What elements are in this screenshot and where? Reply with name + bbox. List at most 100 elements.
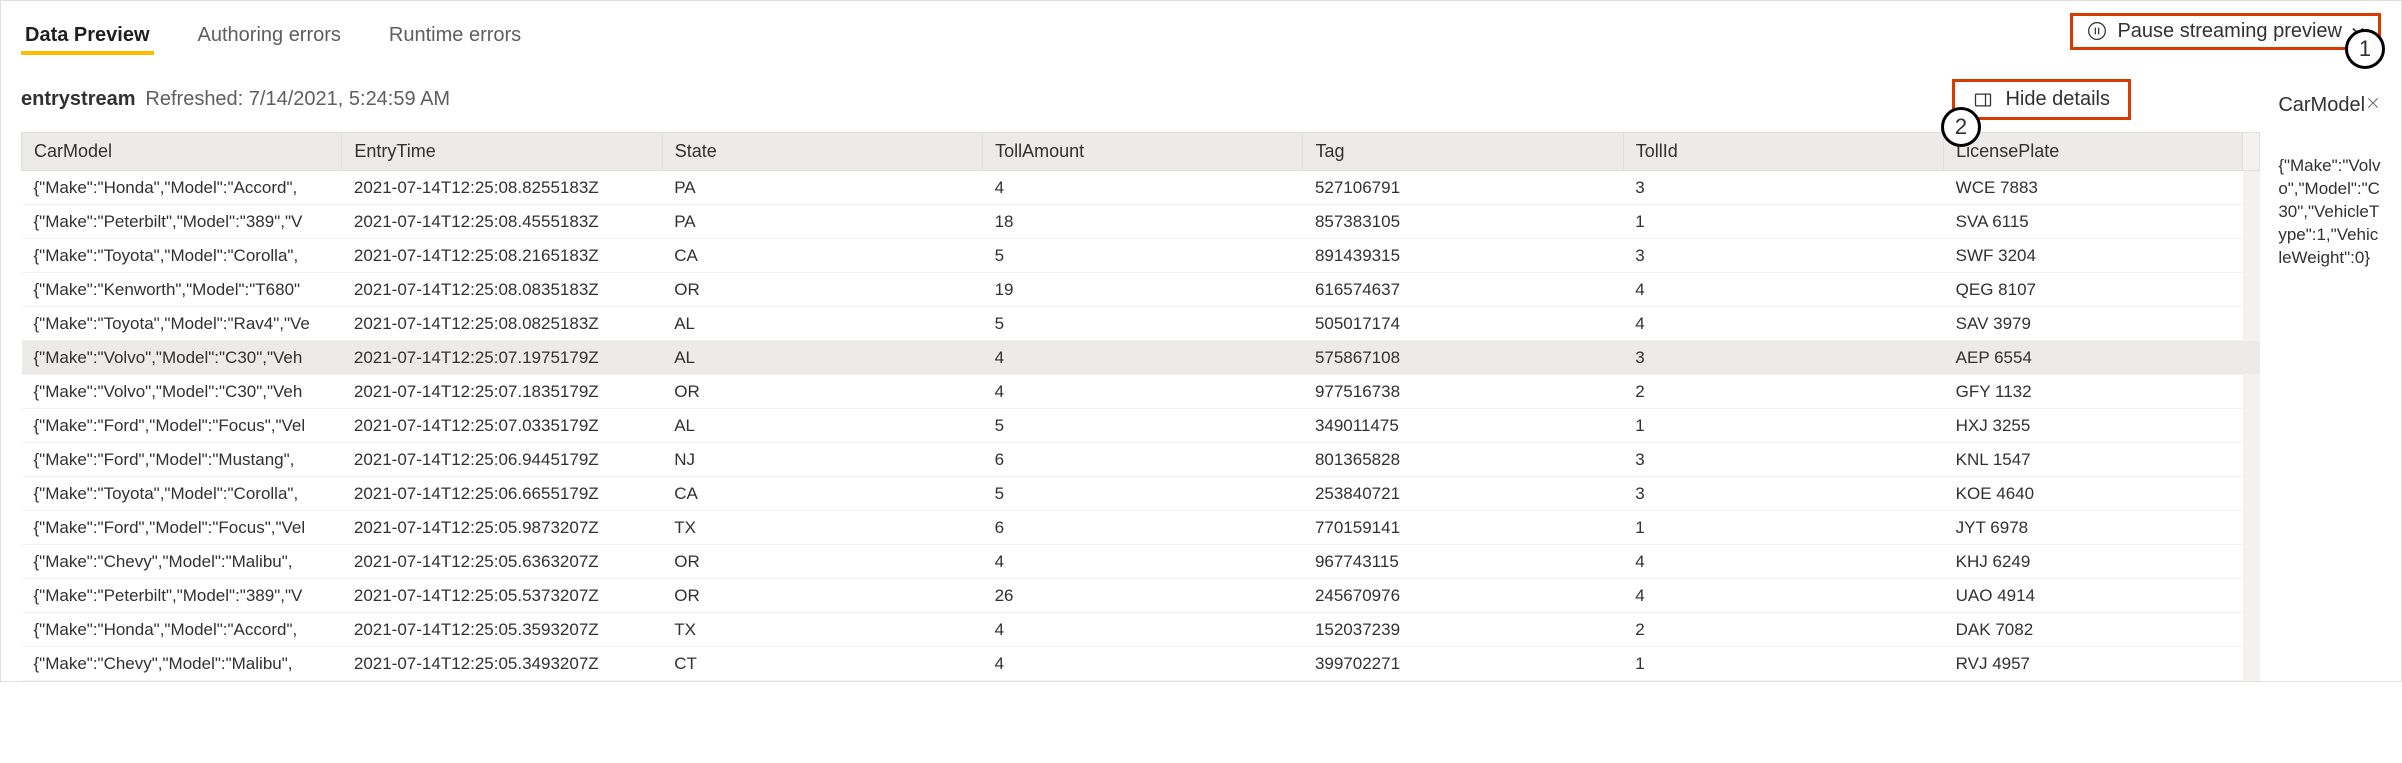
table-row[interactable]: {"Make":"Chevy","Model":"Malibu",2021-07… bbox=[22, 545, 2260, 579]
cell-state[interactable]: PA bbox=[662, 205, 982, 239]
cell-entrytime[interactable]: 2021-07-14T12:25:08.0835183Z bbox=[342, 273, 662, 307]
cell-tollamount[interactable]: 18 bbox=[983, 205, 1303, 239]
cell-carmodel[interactable]: {"Make":"Chevy","Model":"Malibu", bbox=[22, 647, 342, 681]
table-row[interactable]: {"Make":"Ford","Model":"Focus","Vel2021-… bbox=[22, 409, 2260, 443]
col-header-tollid[interactable]: TollId bbox=[1623, 133, 1943, 171]
pause-streaming-button[interactable]: Pause streaming preview bbox=[2070, 13, 2381, 50]
cell-carmodel[interactable]: {"Make":"Ford","Model":"Mustang", bbox=[22, 443, 342, 477]
cell-carmodel[interactable]: {"Make":"Volvo","Model":"C30","Veh bbox=[22, 375, 342, 409]
table-row[interactable]: {"Make":"Toyota","Model":"Corolla",2021-… bbox=[22, 477, 2260, 511]
cell-tollid[interactable]: 1 bbox=[1623, 511, 1943, 545]
cell-tollamount[interactable]: 4 bbox=[983, 375, 1303, 409]
cell-carmodel[interactable]: {"Make":"Volvo","Model":"C30","Veh bbox=[22, 341, 342, 375]
cell-state[interactable]: TX bbox=[662, 511, 982, 545]
cell-tollid[interactable]: 3 bbox=[1623, 477, 1943, 511]
cell-tollid[interactable]: 4 bbox=[1623, 545, 1943, 579]
cell-state[interactable]: OR bbox=[662, 579, 982, 613]
tab-runtime-errors[interactable]: Runtime errors bbox=[385, 10, 525, 61]
table-row[interactable]: {"Make":"Peterbilt","Model":"389","V2021… bbox=[22, 579, 2260, 613]
cell-tag[interactable]: 245670976 bbox=[1303, 579, 1623, 613]
cell-plate[interactable]: SWF 3204 bbox=[1944, 239, 2243, 273]
cell-state[interactable]: TX bbox=[662, 613, 982, 647]
close-icon[interactable] bbox=[2365, 94, 2381, 117]
cell-plate[interactable]: KNL 1547 bbox=[1944, 443, 2243, 477]
cell-carmodel[interactable]: {"Make":"Peterbilt","Model":"389","V bbox=[22, 205, 342, 239]
cell-tollamount[interactable]: 5 bbox=[983, 409, 1303, 443]
cell-tollid[interactable]: 4 bbox=[1623, 273, 1943, 307]
table-row[interactable]: {"Make":"Volvo","Model":"C30","Veh2021-0… bbox=[22, 341, 2260, 375]
cell-tollamount[interactable]: 5 bbox=[983, 307, 1303, 341]
cell-tag[interactable]: 349011475 bbox=[1303, 409, 1623, 443]
cell-tollamount[interactable]: 4 bbox=[983, 647, 1303, 681]
cell-tag[interactable]: 977516738 bbox=[1303, 375, 1623, 409]
cell-tollamount[interactable]: 26 bbox=[983, 579, 1303, 613]
cell-plate[interactable]: WCE 7883 bbox=[1944, 171, 2243, 205]
cell-carmodel[interactable]: {"Make":"Peterbilt","Model":"389","V bbox=[22, 579, 342, 613]
cell-tag[interactable]: 616574637 bbox=[1303, 273, 1623, 307]
cell-carmodel[interactable]: {"Make":"Ford","Model":"Focus","Vel bbox=[22, 409, 342, 443]
table-row[interactable]: {"Make":"Honda","Model":"Accord",2021-07… bbox=[22, 613, 2260, 647]
table-row[interactable]: {"Make":"Ford","Model":"Focus","Vel2021-… bbox=[22, 511, 2260, 545]
cell-plate[interactable]: KOE 4640 bbox=[1944, 477, 2243, 511]
cell-tag[interactable]: 253840721 bbox=[1303, 477, 1623, 511]
cell-tollamount[interactable]: 6 bbox=[983, 443, 1303, 477]
table-row[interactable]: {"Make":"Chevy","Model":"Malibu",2021-07… bbox=[22, 647, 2260, 681]
table-row[interactable]: {"Make":"Toyota","Model":"Corolla",2021-… bbox=[22, 239, 2260, 273]
cell-state[interactable]: OR bbox=[662, 545, 982, 579]
cell-entrytime[interactable]: 2021-07-14T12:25:05.9873207Z bbox=[342, 511, 662, 545]
cell-entrytime[interactable]: 2021-07-14T12:25:06.9445179Z bbox=[342, 443, 662, 477]
cell-carmodel[interactable]: {"Make":"Chevy","Model":"Malibu", bbox=[22, 545, 342, 579]
cell-entrytime[interactable]: 2021-07-14T12:25:08.2165183Z bbox=[342, 239, 662, 273]
table-row[interactable]: {"Make":"Volvo","Model":"C30","Veh2021-0… bbox=[22, 375, 2260, 409]
col-header-tollamount[interactable]: TollAmount bbox=[983, 133, 1303, 171]
cell-entrytime[interactable]: 2021-07-14T12:25:05.3493207Z bbox=[342, 647, 662, 681]
cell-entrytime[interactable]: 2021-07-14T12:25:05.6363207Z bbox=[342, 545, 662, 579]
cell-entrytime[interactable]: 2021-07-14T12:25:08.8255183Z bbox=[342, 171, 662, 205]
cell-carmodel[interactable]: {"Make":"Ford","Model":"Focus","Vel bbox=[22, 511, 342, 545]
cell-tollamount[interactable]: 4 bbox=[983, 171, 1303, 205]
col-header-state[interactable]: State bbox=[662, 133, 982, 171]
cell-entrytime[interactable]: 2021-07-14T12:25:07.1835179Z bbox=[342, 375, 662, 409]
cell-carmodel[interactable]: {"Make":"Toyota","Model":"Corolla", bbox=[22, 477, 342, 511]
cell-tollid[interactable]: 3 bbox=[1623, 341, 1943, 375]
cell-tag[interactable]: 967743115 bbox=[1303, 545, 1623, 579]
col-header-entrytime[interactable]: EntryTime bbox=[342, 133, 662, 171]
cell-entrytime[interactable]: 2021-07-14T12:25:05.5373207Z bbox=[342, 579, 662, 613]
cell-tag[interactable]: 152037239 bbox=[1303, 613, 1623, 647]
cell-tollamount[interactable]: 4 bbox=[983, 613, 1303, 647]
cell-tollid[interactable]: 3 bbox=[1623, 443, 1943, 477]
cell-tollid[interactable]: 3 bbox=[1623, 239, 1943, 273]
cell-tollid[interactable]: 4 bbox=[1623, 307, 1943, 341]
cell-tollid[interactable]: 3 bbox=[1623, 171, 1943, 205]
cell-tollamount[interactable]: 4 bbox=[983, 545, 1303, 579]
cell-plate[interactable]: UAO 4914 bbox=[1944, 579, 2243, 613]
cell-entrytime[interactable]: 2021-07-14T12:25:07.1975179Z bbox=[342, 341, 662, 375]
scrollbar-track-cell[interactable] bbox=[2243, 171, 2260, 205]
cell-plate[interactable]: DAK 7082 bbox=[1944, 613, 2243, 647]
cell-tag[interactable]: 527106791 bbox=[1303, 171, 1623, 205]
cell-tollamount[interactable]: 4 bbox=[983, 341, 1303, 375]
cell-tag[interactable]: 575867108 bbox=[1303, 341, 1623, 375]
cell-tollamount[interactable]: 5 bbox=[983, 239, 1303, 273]
tab-data-preview[interactable]: Data Preview bbox=[21, 10, 154, 61]
cell-state[interactable]: AL bbox=[662, 409, 982, 443]
cell-carmodel[interactable]: {"Make":"Kenworth","Model":"T680" bbox=[22, 273, 342, 307]
table-row[interactable]: {"Make":"Honda","Model":"Accord",2021-07… bbox=[22, 171, 2260, 205]
hide-details-button[interactable]: Hide details bbox=[1952, 79, 2131, 120]
cell-tag[interactable]: 770159141 bbox=[1303, 511, 1623, 545]
cell-tag[interactable]: 857383105 bbox=[1303, 205, 1623, 239]
cell-plate[interactable]: JYT 6978 bbox=[1944, 511, 2243, 545]
cell-tag[interactable]: 891439315 bbox=[1303, 239, 1623, 273]
cell-plate[interactable]: KHJ 6249 bbox=[1944, 545, 2243, 579]
cell-carmodel[interactable]: {"Make":"Honda","Model":"Accord", bbox=[22, 171, 342, 205]
cell-plate[interactable]: AEP 6554 bbox=[1944, 341, 2243, 375]
table-row[interactable]: {"Make":"Toyota","Model":"Rav4","Ve2021-… bbox=[22, 307, 2260, 341]
cell-plate[interactable]: SVA 6115 bbox=[1944, 205, 2243, 239]
cell-carmodel[interactable]: {"Make":"Toyota","Model":"Corolla", bbox=[22, 239, 342, 273]
cell-entrytime[interactable]: 2021-07-14T12:25:07.0335179Z bbox=[342, 409, 662, 443]
cell-tag[interactable]: 505017174 bbox=[1303, 307, 1623, 341]
cell-plate[interactable]: QEG 8107 bbox=[1944, 273, 2243, 307]
cell-entrytime[interactable]: 2021-07-14T12:25:08.4555183Z bbox=[342, 205, 662, 239]
table-row[interactable]: {"Make":"Kenworth","Model":"T680"2021-07… bbox=[22, 273, 2260, 307]
cell-state[interactable]: AL bbox=[662, 307, 982, 341]
